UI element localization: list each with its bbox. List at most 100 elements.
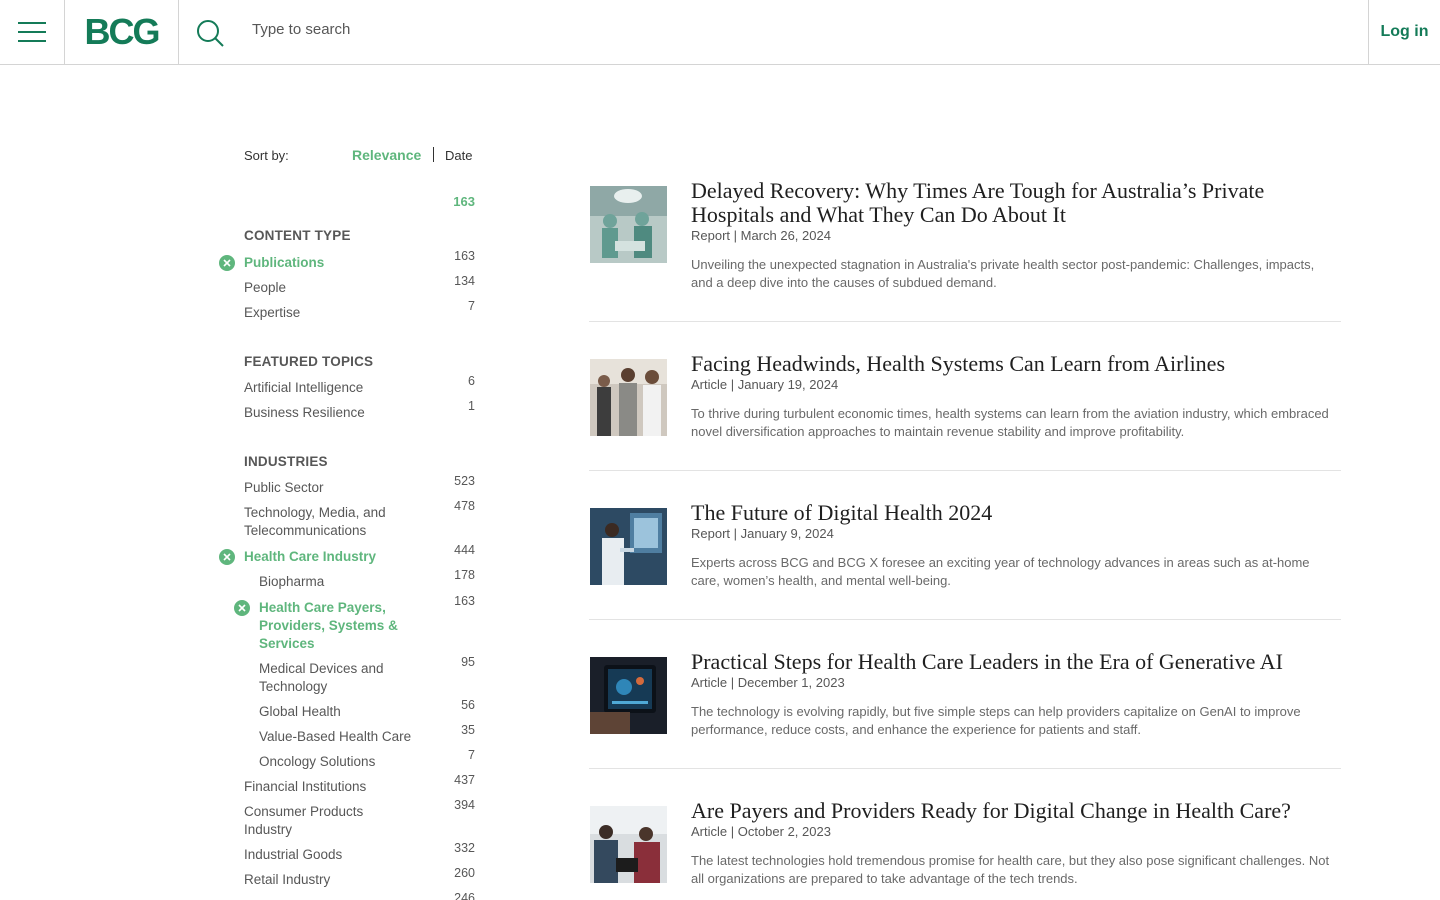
- result-thumbnail[interactable]: [590, 359, 667, 436]
- result-item: Delayed Recovery: Why Times Are Tough fo…: [589, 179, 1341, 296]
- bcg-logo: BCG: [84, 11, 161, 52]
- result-title-link[interactable]: Are Payers and Providers Ready for Digit…: [691, 799, 1331, 823]
- result-meta: Report | January 9, 2024: [691, 526, 834, 541]
- result-thumbnail[interactable]: [590, 186, 667, 263]
- tablet-ai-image: [590, 657, 667, 734]
- login-link[interactable]: Log in: [1381, 23, 1429, 41]
- result-description: The latest technologies hold tremendous …: [691, 853, 1330, 886]
- facet-count: 56: [461, 698, 475, 712]
- facet-label: People: [244, 280, 287, 295]
- facet-oncology-solutions[interactable]: Oncology Solutions 7: [0, 748, 480, 771]
- facet-business-resilience[interactable]: Business Resilience 1: [0, 399, 480, 422]
- facet-count: 7: [468, 299, 475, 313]
- result-meta: Report | March 26, 2024: [691, 228, 831, 243]
- facet-label: Value-Based Health Care: [259, 729, 412, 744]
- facet-label: Medical Devices and Technology: [259, 661, 384, 694]
- result-meta: Article | December 1, 2023: [691, 675, 845, 690]
- facet-partial-row[interactable]: 246: [0, 891, 480, 900]
- filter-sidebar: Sort by: Relevance Date 163 CONTENT TYPE…: [0, 65, 560, 900]
- result-title-link[interactable]: The Future of Digital Health 2024: [691, 501, 1331, 525]
- result-item: Facing Headwinds, Health Systems Can Lea…: [589, 352, 1341, 469]
- facet-health-care-payers[interactable]: Health Care Payers, Providers, Systems &…: [0, 594, 480, 653]
- facet-publications[interactable]: Publications 163: [0, 249, 480, 272]
- facet-label: Health Care Payers, Providers, Systems &…: [259, 600, 398, 651]
- result-title-link[interactable]: Practical Steps for Health Care Leaders …: [691, 650, 1331, 674]
- facet-count: 163: [454, 249, 475, 263]
- remove-filter-icon[interactable]: [219, 255, 235, 271]
- facet-label: Publications: [244, 255, 325, 270]
- facet-label: Expertise: [244, 305, 301, 320]
- facet-label: Technology, Media, and Telecommunication…: [244, 505, 386, 538]
- facet-consumer-products[interactable]: Consumer Products Industry 394: [0, 798, 480, 839]
- logo-link[interactable]: BCG: [65, 0, 179, 64]
- result-description: Unveiling the unexpected stagnation in A…: [691, 257, 1315, 290]
- facet-count: 6: [468, 374, 475, 388]
- facet-retail-industry[interactable]: Retail Industry 260: [0, 866, 480, 889]
- facet-label: Global Health: [259, 704, 341, 719]
- result-thumbnail[interactable]: [590, 508, 667, 585]
- professionals-walking-image: [590, 359, 667, 436]
- facet-count: 394: [454, 798, 475, 812]
- sort-relevance-button[interactable]: Relevance: [352, 147, 421, 163]
- result-divider: [589, 619, 1341, 620]
- facet-people[interactable]: People 134: [0, 274, 480, 297]
- sort-divider: [433, 147, 434, 162]
- result-thumbnail[interactable]: [590, 806, 667, 883]
- total-results-count: 163: [453, 194, 475, 209]
- facet-health-care-industry[interactable]: Health Care Industry 444: [0, 543, 480, 566]
- facet-label: Retail Industry: [244, 872, 331, 887]
- result-meta: Article | January 19, 2024: [691, 377, 839, 392]
- facet-count: 437: [454, 773, 475, 787]
- result-description: Experts across BCG and BCG X foresee an …: [691, 555, 1310, 588]
- facet-label: Business Resilience: [244, 405, 365, 420]
- digital-health-image: [590, 508, 667, 585]
- facet-medical-devices[interactable]: Medical Devices and Technology 95: [0, 655, 480, 696]
- facet-public-sector[interactable]: Public Sector 523: [0, 474, 480, 497]
- payers-providers-image: [590, 806, 667, 883]
- remove-filter-icon[interactable]: [234, 600, 250, 616]
- facet-count: 95: [461, 655, 475, 669]
- facet-count: 134: [454, 274, 475, 288]
- facet-count: 246: [454, 891, 475, 900]
- facet-count: 163: [454, 594, 475, 608]
- facet-label: Consumer Products Industry: [244, 804, 364, 837]
- facet-value-based-health-care[interactable]: Value-Based Health Care 35: [0, 723, 480, 746]
- facet-label: Financial Institutions: [244, 779, 367, 794]
- remove-filter-icon[interactable]: [219, 549, 235, 565]
- facet-count: 478: [454, 499, 475, 513]
- facet-biopharma[interactable]: Biopharma 178: [0, 568, 480, 591]
- search-results: Delayed Recovery: Why Times Are Tough fo…: [589, 65, 1341, 900]
- search-icon[interactable]: [195, 18, 225, 48]
- facet-heading-industries: INDUSTRIES: [244, 454, 328, 469]
- facet-count: 35: [461, 723, 475, 737]
- result-divider: [589, 470, 1341, 471]
- result-divider: [589, 768, 1341, 769]
- facet-count: 444: [454, 543, 475, 557]
- facet-label: Industrial Goods: [244, 847, 343, 862]
- result-description: The technology is evolving rapidly, but …: [691, 704, 1301, 737]
- facet-industrial-goods[interactable]: Industrial Goods 332: [0, 841, 480, 864]
- result-description: To thrive during turbulent economic time…: [691, 406, 1329, 439]
- facet-label: Biopharma: [259, 574, 325, 589]
- result-title-link[interactable]: Facing Headwinds, Health Systems Can Lea…: [691, 352, 1331, 376]
- result-thumbnail[interactable]: [590, 657, 667, 734]
- result-item: Practical Steps for Health Care Leaders …: [589, 650, 1341, 767]
- facet-global-health[interactable]: Global Health 56: [0, 698, 480, 721]
- hamburger-menu-icon: [18, 22, 46, 42]
- facet-count: 178: [454, 568, 475, 582]
- facet-expertise[interactable]: Expertise 7: [0, 299, 480, 322]
- facet-count: 523: [454, 474, 475, 488]
- search-input[interactable]: [252, 14, 1342, 44]
- facet-label: Health Care Industry: [244, 549, 377, 564]
- facet-count: 260: [454, 866, 475, 880]
- surgery-image: [590, 186, 667, 263]
- facet-label: Public Sector: [244, 480, 324, 495]
- result-divider: [589, 321, 1341, 322]
- menu-button[interactable]: [0, 0, 65, 64]
- facet-tmt[interactable]: Technology, Media, and Telecommunication…: [0, 499, 480, 540]
- sort-date-button[interactable]: Date: [445, 148, 472, 163]
- facet-financial-institutions[interactable]: Financial Institutions 437: [0, 773, 480, 796]
- facet-artificial-intelligence[interactable]: Artificial Intelligence 6: [0, 374, 480, 397]
- sort-label: Sort by:: [244, 148, 289, 163]
- result-title-link[interactable]: Delayed Recovery: Why Times Are Tough fo…: [691, 179, 1331, 227]
